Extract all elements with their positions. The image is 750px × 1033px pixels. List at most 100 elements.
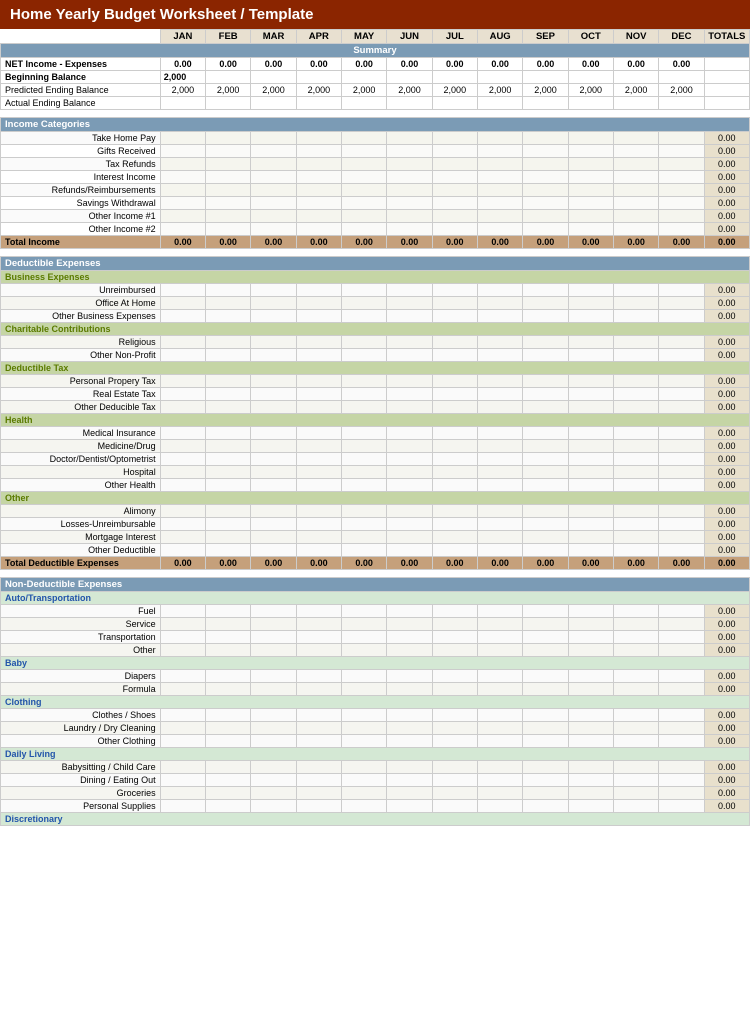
col-sep: SEP	[523, 30, 568, 44]
income-input-cell[interactable]	[251, 184, 296, 197]
income-input-cell[interactable]	[387, 158, 432, 171]
income-input-cell[interactable]	[432, 210, 477, 223]
income-input-cell[interactable]	[477, 223, 522, 236]
income-input-cell[interactable]	[432, 158, 477, 171]
income-input-cell[interactable]	[387, 184, 432, 197]
income-input-cell[interactable]	[477, 158, 522, 171]
income-input-cell[interactable]	[432, 132, 477, 145]
income-input-cell[interactable]	[568, 171, 613, 184]
income-input-cell[interactable]	[296, 197, 341, 210]
income-input-cell[interactable]	[659, 145, 704, 158]
income-input-cell[interactable]	[206, 223, 251, 236]
income-input-cell[interactable]	[160, 132, 205, 145]
income-input-cell[interactable]	[206, 210, 251, 223]
income-input-cell[interactable]	[613, 223, 658, 236]
income-input-cell[interactable]	[613, 210, 658, 223]
income-input-cell[interactable]	[206, 197, 251, 210]
income-input-cell[interactable]	[160, 197, 205, 210]
income-input-cell[interactable]	[387, 171, 432, 184]
income-input-cell[interactable]	[568, 132, 613, 145]
income-input-cell[interactable]	[568, 184, 613, 197]
income-input-cell[interactable]	[251, 132, 296, 145]
income-input-cell[interactable]	[296, 210, 341, 223]
income-input-cell[interactable]	[432, 184, 477, 197]
income-input-cell[interactable]	[342, 132, 387, 145]
income-input-cell[interactable]	[387, 223, 432, 236]
column-headers: JAN FEB MAR APR MAY JUN JUL AUG SEP OCT …	[1, 30, 750, 44]
income-input-cell[interactable]	[206, 158, 251, 171]
income-input-cell[interactable]	[477, 145, 522, 158]
income-input-cell[interactable]	[523, 132, 568, 145]
income-input-cell[interactable]	[296, 184, 341, 197]
income-input-cell[interactable]	[659, 132, 704, 145]
income-input-cell[interactable]	[296, 171, 341, 184]
income-input-cell[interactable]	[659, 171, 704, 184]
income-input-cell[interactable]	[659, 197, 704, 210]
income-input-cell[interactable]	[613, 158, 658, 171]
income-input-cell[interactable]	[296, 158, 341, 171]
income-item-row: Other Income #10.00	[1, 210, 750, 223]
income-input-cell[interactable]	[251, 223, 296, 236]
income-input-cell[interactable]	[659, 223, 704, 236]
income-input-cell[interactable]	[296, 145, 341, 158]
income-input-cell[interactable]	[251, 158, 296, 171]
income-input-cell[interactable]	[613, 184, 658, 197]
income-input-cell[interactable]	[432, 223, 477, 236]
income-input-cell[interactable]	[251, 210, 296, 223]
income-input-cell[interactable]	[477, 171, 522, 184]
income-input-cell[interactable]	[523, 223, 568, 236]
income-input-cell[interactable]	[160, 158, 205, 171]
income-input-cell[interactable]	[160, 171, 205, 184]
income-input-cell[interactable]	[206, 145, 251, 158]
income-input-cell[interactable]	[342, 223, 387, 236]
income-input-cell[interactable]	[251, 171, 296, 184]
income-input-cell[interactable]	[613, 197, 658, 210]
income-input-cell[interactable]	[523, 158, 568, 171]
income-input-cell[interactable]	[568, 197, 613, 210]
income-input-cell[interactable]	[251, 197, 296, 210]
income-input-cell[interactable]	[160, 145, 205, 158]
income-input-cell[interactable]	[296, 132, 341, 145]
income-input-cell[interactable]	[568, 223, 613, 236]
income-input-cell[interactable]	[342, 210, 387, 223]
income-input-cell[interactable]	[206, 132, 251, 145]
income-input-cell[interactable]	[477, 197, 522, 210]
income-input-cell[interactable]	[296, 223, 341, 236]
income-input-cell[interactable]	[160, 210, 205, 223]
income-input-cell[interactable]	[387, 197, 432, 210]
income-input-cell[interactable]	[387, 132, 432, 145]
income-input-cell[interactable]	[613, 145, 658, 158]
deductible-item-row: Losses-Unreimbursable0.00	[1, 518, 750, 531]
income-input-cell[interactable]	[568, 145, 613, 158]
income-input-cell[interactable]	[477, 210, 522, 223]
income-input-cell[interactable]	[206, 171, 251, 184]
income-input-cell[interactable]	[613, 132, 658, 145]
income-input-cell[interactable]	[523, 171, 568, 184]
income-input-cell[interactable]	[387, 145, 432, 158]
income-input-cell[interactable]	[206, 184, 251, 197]
income-input-cell[interactable]	[342, 197, 387, 210]
income-input-cell[interactable]	[659, 184, 704, 197]
income-input-cell[interactable]	[342, 158, 387, 171]
income-input-cell[interactable]	[387, 210, 432, 223]
income-input-cell[interactable]	[342, 184, 387, 197]
income-input-cell[interactable]	[568, 210, 613, 223]
income-input-cell[interactable]	[160, 184, 205, 197]
income-input-cell[interactable]	[523, 197, 568, 210]
income-input-cell[interactable]	[342, 171, 387, 184]
income-input-cell[interactable]	[477, 184, 522, 197]
income-input-cell[interactable]	[523, 210, 568, 223]
income-input-cell[interactable]	[568, 158, 613, 171]
income-input-cell[interactable]	[659, 158, 704, 171]
income-input-cell[interactable]	[613, 171, 658, 184]
income-input-cell[interactable]	[432, 197, 477, 210]
income-input-cell[interactable]	[432, 171, 477, 184]
income-input-cell[interactable]	[477, 132, 522, 145]
income-input-cell[interactable]	[523, 145, 568, 158]
income-input-cell[interactable]	[432, 145, 477, 158]
income-input-cell[interactable]	[342, 145, 387, 158]
income-input-cell[interactable]	[160, 223, 205, 236]
income-input-cell[interactable]	[659, 210, 704, 223]
income-input-cell[interactable]	[523, 184, 568, 197]
income-input-cell[interactable]	[251, 145, 296, 158]
